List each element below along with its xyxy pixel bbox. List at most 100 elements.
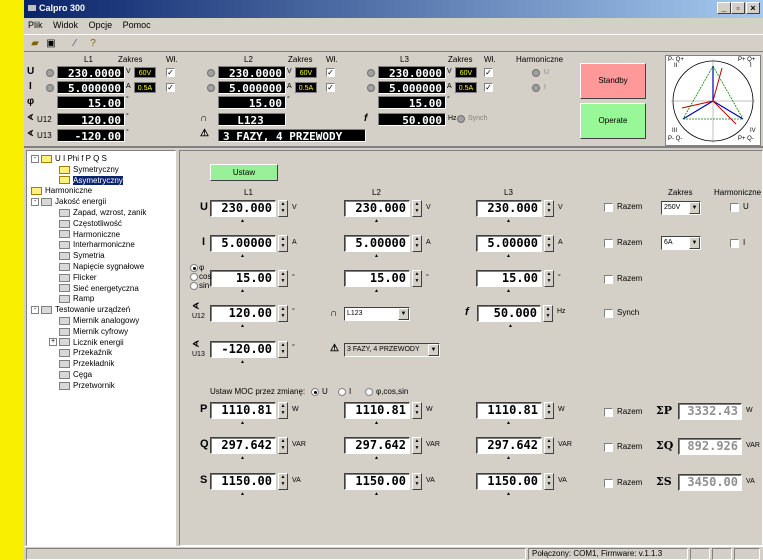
phi-l3-spinner[interactable]: ▲ ▼ <box>544 270 554 287</box>
collapse-icon[interactable]: - <box>31 198 39 207</box>
ustaw-button[interactable]: Ustaw <box>210 164 278 181</box>
tree-item[interactable]: + Licznik energii <box>49 337 124 348</box>
i-l1-input[interactable]: 5.00000 <box>210 235 276 252</box>
u-l2-input[interactable]: 230.000 <box>344 200 410 217</box>
tree-item[interactable]: Częstotliwość <box>49 218 122 229</box>
u12-spinner[interactable]: ▲ ▼ <box>278 305 288 322</box>
i-range-select[interactable]: 6A ▼ <box>661 236 701 250</box>
tree-item[interactable]: Symetria <box>49 250 105 261</box>
tree-item[interactable]: Interharmoniczne <box>49 239 135 250</box>
p-l2-spinner[interactable]: ▲ ▼ <box>412 402 422 419</box>
tree-item[interactable]: Ramp <box>49 293 94 304</box>
power-phi-radio[interactable] <box>365 388 373 396</box>
s-l2-spinner[interactable]: ▲ ▼ <box>412 473 422 490</box>
u13-input[interactable]: -120.00 <box>210 341 276 358</box>
tree-item[interactable]: Przekładnik <box>49 358 114 369</box>
u-l1-on-checkbox[interactable]: ✓ <box>166 68 175 77</box>
tree-item[interactable]: Zapad, wzrost, zanik <box>49 207 146 218</box>
p-l1-input[interactable]: 1110.81 <box>210 402 276 419</box>
s-l2-input[interactable]: 1150.00 <box>344 473 410 490</box>
i-l3-input[interactable]: 5.00000 <box>476 235 542 252</box>
q-l1-input[interactable]: 297.642 <box>210 437 276 454</box>
tree-item[interactable]: - U I Phi f P Q S <box>31 153 107 164</box>
standby-button[interactable]: Standby <box>580 63 646 99</box>
expand-icon[interactable]: + <box>49 338 57 347</box>
menu-opcje[interactable]: Opcje <box>89 20 113 30</box>
i-l2-spinner[interactable]: ▲ ▼ <box>412 235 422 252</box>
razem-i-checkbox[interactable] <box>604 239 613 248</box>
help-icon[interactable]: ? <box>86 37 100 50</box>
u-l3-input[interactable]: 230.000 <box>476 200 542 217</box>
collapse-icon[interactable]: - <box>31 306 39 315</box>
tree-item[interactable]: Napięcie sygnałowe <box>49 261 144 272</box>
minimize-button[interactable]: _ <box>717 2 731 14</box>
tree-item[interactable]: Harmoniczne <box>49 229 120 240</box>
u12-input[interactable]: 120.00 <box>210 305 276 322</box>
razem-q-checkbox[interactable] <box>604 443 613 452</box>
tree-item[interactable]: Flicker <box>49 272 97 283</box>
i-l1-spinner[interactable]: ▲ ▼ <box>278 235 288 252</box>
i-l3-spinner[interactable]: ▲ ▼ <box>544 235 554 252</box>
i-l3-on-checkbox[interactable]: ✓ <box>484 83 493 92</box>
p-l3-spinner[interactable]: ▲ ▼ <box>544 402 554 419</box>
p-l3-input[interactable]: 1110.81 <box>476 402 542 419</box>
u-l2-spinner[interactable]: ▲ ▼ <box>412 200 422 217</box>
razem-p-checkbox[interactable] <box>604 408 613 417</box>
tree-item[interactable]: Przekaźnik <box>49 347 112 358</box>
collapse-icon[interactable]: - <box>31 154 39 163</box>
phi-l2-spinner[interactable]: ▲ ▼ <box>412 270 422 287</box>
topology-select[interactable]: 3 FAZY, 4 PRZEWODY ▼ <box>344 343 440 357</box>
power-i-radio[interactable] <box>338 388 346 396</box>
phi-radio[interactable] <box>190 264 198 272</box>
u-l2-on-checkbox[interactable]: ✓ <box>326 68 335 77</box>
harm-u-checkbox[interactable] <box>730 203 739 212</box>
f-spinner[interactable]: ▲ ▼ <box>543 305 553 322</box>
phi-l1-input[interactable]: 15.00 <box>210 270 276 287</box>
q-l2-spinner[interactable]: ▲ ▼ <box>412 437 422 454</box>
tree-item[interactable]: - Jakość energii <box>31 196 106 207</box>
phi-l1-spinner[interactable]: ▲ ▼ <box>278 270 288 287</box>
power-u-radio[interactable] <box>311 388 319 396</box>
p-l2-input[interactable]: 1110.81 <box>344 402 410 419</box>
tree-item[interactable]: Sieć energetyczna <box>49 283 139 294</box>
tree-item[interactable]: Miernik analogowy <box>49 315 139 326</box>
save-icon[interactable]: ▣ <box>44 37 58 50</box>
u-range-select[interactable]: 250V ▼ <box>661 201 701 215</box>
u13-spinner[interactable]: ▲ ▼ <box>278 341 288 358</box>
s-l3-spinner[interactable]: ▲ ▼ <box>544 473 554 490</box>
tree-item[interactable]: Asymetryczny <box>49 175 123 186</box>
tree-item[interactable]: Przetwornik <box>49 380 115 391</box>
u-l1-spinner[interactable]: ▲ ▼ <box>278 200 288 217</box>
operate-button[interactable]: Operate <box>580 103 646 139</box>
maximize-button[interactable]: ▫ <box>731 2 745 14</box>
u-l1-input[interactable]: 230.000 <box>210 200 276 217</box>
q-l2-input[interactable]: 297.642 <box>344 437 410 454</box>
q-l3-spinner[interactable]: ▲ ▼ <box>544 437 554 454</box>
razem-u-checkbox[interactable] <box>604 203 613 212</box>
harm-i-checkbox[interactable] <box>730 239 739 248</box>
s-l3-input[interactable]: 1150.00 <box>476 473 542 490</box>
tree-item[interactable]: Miernik cyfrowy <box>49 326 128 337</box>
open-folder-icon[interactable]: ▰ <box>28 37 42 50</box>
i-l1-on-checkbox[interactable]: ✓ <box>166 83 175 92</box>
cos-radio[interactable] <box>190 273 198 281</box>
u-l3-on-checkbox[interactable]: ✓ <box>484 68 493 77</box>
tree-item[interactable]: Cęga <box>49 369 92 380</box>
close-button[interactable]: × <box>746 2 760 14</box>
phi-l3-input[interactable]: 15.00 <box>476 270 542 287</box>
razem-s-checkbox[interactable] <box>604 479 613 488</box>
p-l1-spinner[interactable]: ▲ ▼ <box>278 402 288 419</box>
mode-select[interactable]: L123 ▼ <box>344 307 410 321</box>
s-l1-spinner[interactable]: ▲ ▼ <box>278 473 288 490</box>
tree-item[interactable]: Harmoniczne <box>31 185 92 196</box>
sin-radio[interactable] <box>190 282 198 290</box>
settings-icon[interactable]: ⁄ <box>68 37 82 50</box>
tree-item[interactable]: Symetryczny <box>49 164 119 175</box>
q-l1-spinner[interactable]: ▲ ▼ <box>278 437 288 454</box>
u-l3-spinner[interactable]: ▲ ▼ <box>544 200 554 217</box>
phi-l2-input[interactable]: 15.00 <box>344 270 410 287</box>
q-l3-input[interactable]: 297.642 <box>476 437 542 454</box>
s-l1-input[interactable]: 1150.00 <box>210 473 276 490</box>
f-input[interactable]: 50.000 <box>477 305 541 322</box>
i-l2-on-checkbox[interactable]: ✓ <box>326 83 335 92</box>
